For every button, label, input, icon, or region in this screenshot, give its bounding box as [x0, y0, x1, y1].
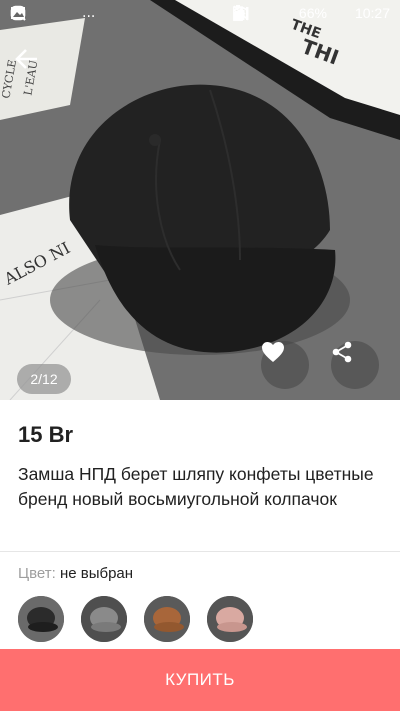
back-arrow-icon[interactable]	[14, 46, 48, 74]
swatch-black[interactable]	[18, 596, 64, 642]
product-price: 15 Br	[18, 422, 74, 447]
color-value: не выбран	[59, 565, 134, 582]
gallery-page-indicator: 2/12	[17, 364, 71, 394]
buy-button[interactable]: КУПИТЬ	[0, 649, 400, 711]
clock: 10:27	[354, 5, 390, 21]
product-title: Замша НПД берет шляпу конфеты цветные бр…	[18, 464, 374, 509]
product-image: CYCLE L'EAU THE THI ALSO NI	[0, 0, 400, 400]
swatch-gray[interactable]	[81, 596, 127, 642]
status-overflow: ...	[82, 5, 96, 21]
wifi-icon	[233, 5, 271, 21]
battery-icon	[233, 5, 349, 21]
swatch-pink[interactable]	[207, 596, 253, 642]
color-label: Цвет:	[18, 565, 56, 582]
signal-icon	[233, 5, 293, 21]
share-button[interactable]	[331, 341, 379, 389]
divider	[0, 551, 400, 552]
color-selector-label: Цвет: не выбран	[18, 565, 133, 582]
product-photo[interactable]: CYCLE L'EAU THE THI ALSO NI ... 66% 10:2…	[0, 0, 400, 400]
gallery-icon	[11, 5, 74, 21]
like-button[interactable]	[261, 341, 309, 389]
search-icon	[11, 5, 50, 21]
color-swatches	[18, 596, 253, 642]
status-bar: ... 66% 10:27	[0, 0, 400, 28]
swatch-brown[interactable]	[144, 596, 190, 642]
battery-percent: 66%	[298, 5, 327, 21]
